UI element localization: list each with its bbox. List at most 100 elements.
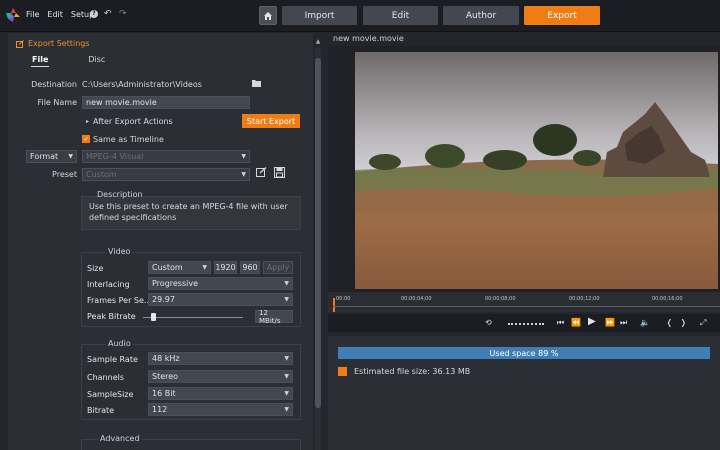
filename-label: File Name: [37, 98, 77, 107]
settings-scrollbar[interactable]: ▲: [315, 38, 321, 450]
export-subtabs: File Disc: [30, 55, 105, 67]
tab-export[interactable]: Export: [524, 6, 600, 25]
sample-rate-select[interactable]: 48 kHz ▼: [148, 352, 293, 365]
ruler-tick-4: 00;00;16;00: [652, 296, 683, 302]
same-as-timeline-checkbox[interactable]: ✓: [82, 135, 90, 143]
used-space-bar: Used space 89 %: [338, 347, 710, 359]
width-value: 1920: [215, 263, 236, 272]
description-text: Use this preset to create an MPEG-4 file…: [89, 202, 288, 222]
after-export-actions[interactable]: After Export Actions: [93, 117, 173, 126]
format-label: Format: [30, 152, 59, 161]
tab-author[interactable]: Author: [443, 6, 519, 25]
bitrate-select[interactable]: 112 ▼: [148, 403, 293, 416]
undo-icon[interactable]: ↶: [104, 9, 112, 19]
home-button[interactable]: [259, 6, 277, 25]
app-window: File Edit Setup ? ↶ ↷ Import Edit Author…: [0, 0, 720, 450]
tab-edit[interactable]: Edit: [363, 6, 438, 25]
sample-rate-value: 48 kHz: [152, 354, 180, 363]
filename-value: new movie.movie: [86, 98, 157, 107]
size-select[interactable]: Custom ▼: [148, 261, 211, 274]
same-as-timeline-label: Same as Timeline: [93, 135, 164, 144]
fps-select[interactable]: 29.97 ▼: [148, 293, 293, 306]
timeline-ruler[interactable]: [328, 292, 720, 312]
skip-end-icon[interactable]: ⏭: [620, 318, 627, 328]
preset-select[interactable]: Custom ▼: [82, 168, 250, 181]
ruler-tick-3: 00;00;12;00: [569, 296, 600, 302]
chevron-down-icon: ▼: [284, 373, 289, 380]
loop-icon[interactable]: ⟲: [485, 318, 492, 327]
start-export-button[interactable]: Start Export: [242, 114, 300, 128]
peak-bitrate-handle[interactable]: [151, 313, 156, 321]
sample-size-label: SampleSize: [87, 390, 134, 399]
size-label: Size: [87, 264, 104, 273]
chevron-down-icon: ▼: [241, 153, 246, 160]
step-back-icon[interactable]: ⏪: [571, 318, 581, 327]
channels-select[interactable]: Stereo ▼: [148, 370, 293, 383]
app-logo-icon: [6, 8, 20, 22]
scrollbar-thumb[interactable]: [315, 58, 321, 408]
main-menu: File Edit Setup: [26, 10, 94, 19]
save-preset-icon[interactable]: [274, 167, 285, 178]
size-value: Custom: [152, 263, 183, 272]
height-input[interactable]: 960: [240, 261, 260, 274]
chevron-down-icon: ▼: [284, 406, 289, 413]
shuttle-control[interactable]: [508, 323, 544, 325]
fullscreen-icon[interactable]: ⤢: [700, 318, 706, 328]
subtab-disc[interactable]: Disc: [88, 55, 105, 64]
peak-bitrate-value-box: 12 MBit/s: [255, 309, 293, 325]
redo-icon[interactable]: ↷: [119, 9, 127, 19]
start-export-label: Start Export: [246, 116, 296, 126]
channels-value: Stereo: [152, 372, 179, 381]
sample-size-value: 16 Bit: [152, 389, 176, 398]
tab-author-label: Author: [465, 10, 497, 21]
format-select[interactable]: MPEG-4 Visual ▼: [82, 150, 250, 163]
filename-input[interactable]: new movie.movie: [82, 96, 250, 109]
destination-path: C:\Users\Administrator\Videos: [82, 80, 202, 89]
home-icon: [264, 11, 272, 20]
peak-bitrate-label: Peak Bitrate: [87, 312, 136, 321]
fps-value: 29.97: [152, 295, 175, 304]
skip-start-icon[interactable]: ⏮: [557, 318, 564, 328]
tab-import[interactable]: Import: [282, 6, 357, 25]
width-input[interactable]: 1920: [214, 261, 237, 274]
chevron-down-icon: ▼: [202, 264, 207, 271]
interlacing-select[interactable]: Progressive ▼: [148, 277, 293, 290]
preset-label: Preset: [52, 170, 77, 179]
chevron-down-icon: ▼: [284, 390, 289, 397]
volume-icon[interactable]: 🔈: [640, 318, 650, 327]
bitrate-label: Bitrate: [87, 406, 115, 415]
expand-arrow-icon[interactable]: ▸: [86, 118, 89, 125]
folder-icon[interactable]: [252, 79, 261, 87]
peak-bitrate-slider[interactable]: [143, 317, 243, 318]
tab-import-label: Import: [304, 10, 335, 21]
step-forward-icon[interactable]: ⏩: [605, 318, 615, 327]
ruler-tick-0: 00:00: [336, 296, 351, 302]
help-icon[interactable]: ?: [90, 10, 98, 18]
apply-button[interactable]: Apply: [263, 261, 293, 274]
tab-edit-label: Edit: [391, 10, 410, 21]
play-icon[interactable]: ▶: [588, 316, 596, 327]
interlacing-value: Progressive: [152, 279, 199, 288]
playhead[interactable]: [333, 298, 335, 312]
format-dropdown[interactable]: Format ▼: [26, 150, 77, 163]
export-icon: [16, 39, 24, 48]
subtab-file[interactable]: File: [30, 55, 50, 67]
mark-in-icon[interactable]: ❬: [666, 318, 673, 327]
sample-rate-label: Sample Rate: [87, 355, 138, 364]
description-box: Use this preset to create an MPEG-4 file…: [81, 196, 301, 230]
panel-title: Export Settings: [16, 39, 90, 48]
mark-out-icon[interactable]: ❭: [680, 318, 687, 327]
chevron-down-icon: ▼: [284, 296, 289, 303]
audio-group-title: Audio: [106, 339, 133, 348]
chevron-down-icon: ▼: [284, 280, 289, 287]
sample-size-select[interactable]: 16 Bit ▼: [148, 387, 293, 400]
scroll-up-icon[interactable]: ▲: [315, 38, 321, 46]
destination-label: Destination: [31, 80, 77, 89]
menu-edit[interactable]: Edit: [47, 10, 63, 19]
panel-title-text: Export Settings: [28, 39, 90, 48]
tab-export-label: Export: [547, 10, 577, 21]
edit-preset-icon[interactable]: [256, 167, 267, 178]
channels-label: Channels: [87, 373, 125, 382]
menu-file[interactable]: File: [26, 10, 39, 19]
viewer-title: new movie.movie: [333, 34, 404, 43]
